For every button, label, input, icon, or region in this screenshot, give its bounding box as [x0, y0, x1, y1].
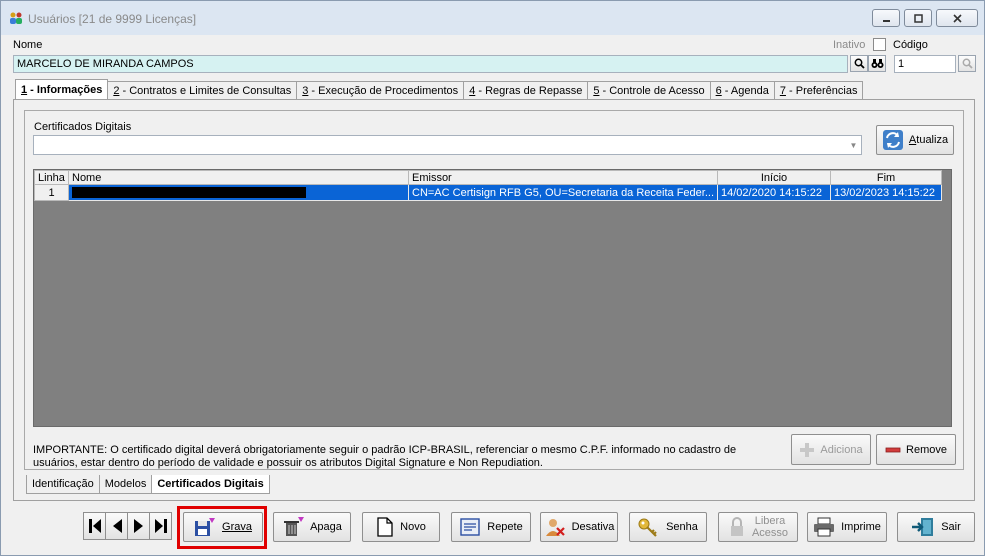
key-icon — [638, 518, 657, 537]
inativo-checkbox[interactable] — [873, 38, 886, 51]
remove-button[interactable]: Remove — [876, 434, 956, 465]
adiciona-button[interactable]: Adiciona — [791, 434, 871, 465]
atualiza-label: Atualiza — [908, 134, 949, 146]
first-icon — [88, 519, 101, 533]
refresh-icon — [882, 130, 903, 150]
nome-label: Nome — [13, 39, 43, 51]
tab-preferencias[interactable]: 7 - Preferências — [773, 81, 864, 100]
apaga-label: Apaga — [310, 521, 342, 533]
users-window: Usuários [21 de 9999 Licenças] Nome Inat… — [0, 0, 985, 556]
col-inicio[interactable]: Início — [717, 170, 832, 185]
novo-label: Novo — [400, 521, 426, 533]
lock-icon — [730, 517, 743, 536]
first-record-button[interactable] — [83, 512, 106, 540]
certificados-label: Certificados Digitais — [34, 121, 132, 133]
grid-header: Linha Nome Emissor Início Fim — [34, 170, 943, 185]
search-button[interactable] — [850, 55, 868, 72]
tab-agenda[interactable]: 6 - Agenda — [709, 81, 775, 100]
new-document-icon — [377, 517, 393, 537]
informacoes-panel: Certificados Digitais ▼ Atualiza Linha N… — [13, 99, 975, 501]
repete-button[interactable]: Repete — [451, 512, 531, 542]
title-bar: Usuários [21 de 9999 Licenças] — [1, 1, 984, 35]
sair-label: Sair — [941, 521, 961, 533]
codigo-label: Código — [893, 39, 928, 51]
col-nome[interactable]: Nome — [68, 170, 409, 185]
copy-record-icon — [460, 518, 480, 536]
col-emissor[interactable]: Emissor — [407, 170, 719, 185]
last-icon — [154, 519, 167, 533]
tab-controle-acesso[interactable]: 5 - Controle de Acesso — [587, 81, 711, 100]
tab-contratos[interactable]: 2 - Contratos e Limites de Consultas — [107, 81, 298, 100]
inativo-label: Inativo — [833, 39, 866, 51]
sub-tabs: Identificação Modelos Certificados Digit… — [26, 475, 270, 494]
window-title: Usuários [21 de 9999 Licenças] — [28, 12, 197, 26]
next-icon — [133, 519, 143, 533]
subtab-certificados[interactable]: Certificados Digitais — [151, 475, 270, 494]
previous-record-button[interactable] — [105, 512, 128, 540]
certificados-panel: Certificados Digitais ▼ Atualiza Linha N… — [24, 110, 964, 470]
imprime-label: Imprime — [841, 521, 881, 533]
printer-icon — [814, 517, 835, 537]
tab-informacoes[interactable]: 1 - Informações — [15, 79, 109, 100]
close-button[interactable] — [936, 9, 978, 27]
novo-button[interactable]: Novo — [362, 512, 440, 542]
desativa-label: Desativa — [571, 521, 615, 533]
minus-icon — [885, 447, 901, 452]
adiciona-label: Adiciona — [820, 443, 863, 456]
tab-execucao[interactable]: 3 - Execução de Procedimentos — [296, 81, 465, 100]
chevron-down-icon[interactable]: ▼ — [846, 136, 861, 154]
grava-highlight-box — [177, 506, 267, 549]
libera-acesso-label: Libera Acesso — [751, 515, 789, 539]
row-inicio: 14/02/2020 14:15:22 — [717, 184, 832, 201]
col-linha[interactable]: Linha — [34, 170, 69, 185]
tab-regras-repasse[interactable]: 4 - Regras de Repasse — [463, 81, 589, 100]
row-emissor: CN=AC Certisign RFB G5, OU=Secretaria da… — [407, 184, 719, 201]
next-record-button[interactable] — [127, 512, 150, 540]
apaga-button[interactable]: Apaga — [273, 512, 351, 542]
search-icon — [962, 58, 973, 69]
restore-icon — [913, 13, 923, 23]
subtab-modelos[interactable]: Modelos — [98, 475, 153, 494]
certificados-combo[interactable]: ▼ — [33, 135, 862, 155]
redacted-block — [72, 187, 306, 199]
deactivate-user-icon — [545, 519, 565, 536]
close-icon — [952, 13, 962, 23]
main-tabs: 1 - Informações 2 - Contratos e Limites … — [15, 79, 864, 100]
search-icon — [854, 58, 865, 69]
last-record-button[interactable] — [149, 512, 172, 540]
binoculars-icon — [871, 59, 883, 68]
subtab-identificacao[interactable]: Identificação — [26, 475, 100, 494]
repete-label: Repete — [487, 521, 523, 533]
restore-button[interactable] — [904, 9, 932, 27]
binoculars-button[interactable] — [868, 55, 886, 72]
senha-button[interactable]: Senha — [629, 512, 707, 542]
minimize-button[interactable] — [872, 9, 900, 27]
codigo-search-button[interactable] — [958, 55, 976, 72]
atualiza-button[interactable]: Atualiza — [876, 125, 954, 155]
desativa-button[interactable]: Desativa — [540, 512, 618, 542]
previous-icon — [112, 519, 122, 533]
nome-input[interactable]: MARCELO DE MIRANDA CAMPOS — [13, 55, 848, 73]
libera-acesso-button[interactable]: Libera Acesso — [718, 512, 798, 542]
remove-label: Remove — [906, 443, 947, 456]
certificados-grid[interactable]: Linha Nome Emissor Início Fim 1 CN=AC Ce… — [33, 169, 952, 427]
col-fim[interactable]: Fim — [830, 170, 943, 185]
codigo-input[interactable]: 1 — [894, 55, 956, 73]
users-icon — [10, 12, 22, 24]
table-row[interactable]: 1 CN=AC Certisign RFB G5, OU=Secretaria … — [34, 184, 943, 201]
row-nome — [68, 184, 409, 201]
important-note: IMPORTANTE: O certificado digital deverá… — [33, 444, 737, 469]
trash-icon — [284, 517, 305, 536]
row-linha: 1 — [34, 184, 69, 201]
senha-label: Senha — [666, 521, 698, 533]
row-fim: 13/02/2023 14:15:22 — [830, 184, 943, 201]
imprime-button[interactable]: Imprime — [807, 512, 887, 542]
minimize-icon — [882, 19, 890, 22]
bottom-toolbar: Grava Apaga Novo Repete Desativa Senha L… — [1, 507, 985, 551]
sair-button[interactable]: Sair — [897, 512, 975, 542]
exit-icon — [912, 518, 934, 536]
plus-icon — [800, 442, 815, 457]
